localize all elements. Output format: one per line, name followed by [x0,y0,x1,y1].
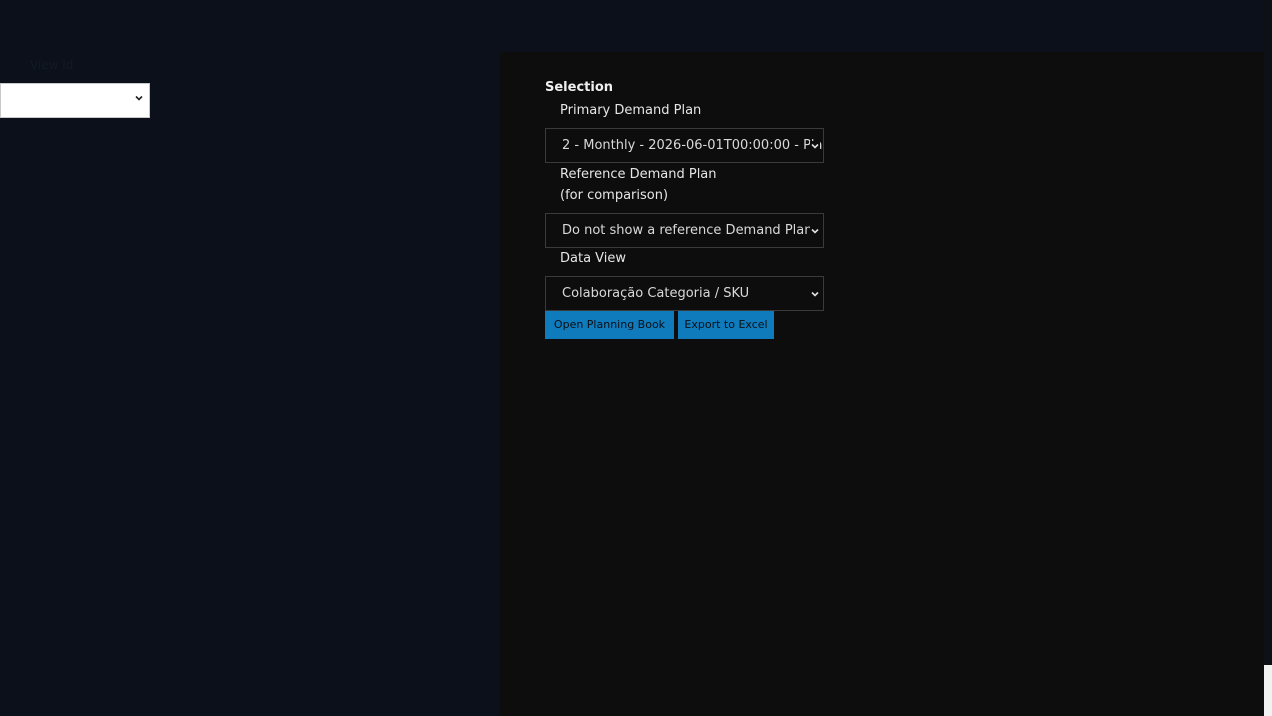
view-id-select[interactable] [0,83,150,118]
chevron-down-icon [810,226,820,236]
reference-demand-plan-value: Do not show a reference Demand Plan [562,223,813,238]
scrollbar-corner [1264,665,1272,716]
selection-title: Selection [545,80,614,95]
export-to-excel-button[interactable]: Export to Excel [678,311,774,339]
chevron-down-icon [810,289,820,299]
left-panel [0,52,500,716]
chevron-down-icon [810,141,820,151]
scrollbar-track[interactable] [1264,0,1272,665]
data-view-select[interactable]: Colaboração Categoria / SKU [545,276,824,311]
data-view-value: Colaboração Categoria / SKU [562,286,750,301]
reference-demand-plan-label: Reference Demand Plan [560,167,717,182]
primary-demand-plan-select[interactable]: 2 - Monthly - 2026-06-01T00:00:00 - Plan [545,128,824,163]
chevron-down-icon [135,95,143,101]
data-view-label: Data View [560,251,627,266]
view-id-label: View Id [30,58,74,72]
primary-demand-plan-value: 2 - Monthly - 2026-06-01T00:00:00 - Plan [562,138,824,153]
reference-demand-plan-sublabel: (for comparison) [560,188,669,203]
open-planning-book-button[interactable]: Open Planning Book [545,311,674,339]
primary-demand-plan-label: Primary Demand Plan [560,103,702,118]
reference-demand-plan-select[interactable]: Do not show a reference Demand Plan [545,213,824,248]
top-bar [0,0,1264,52]
